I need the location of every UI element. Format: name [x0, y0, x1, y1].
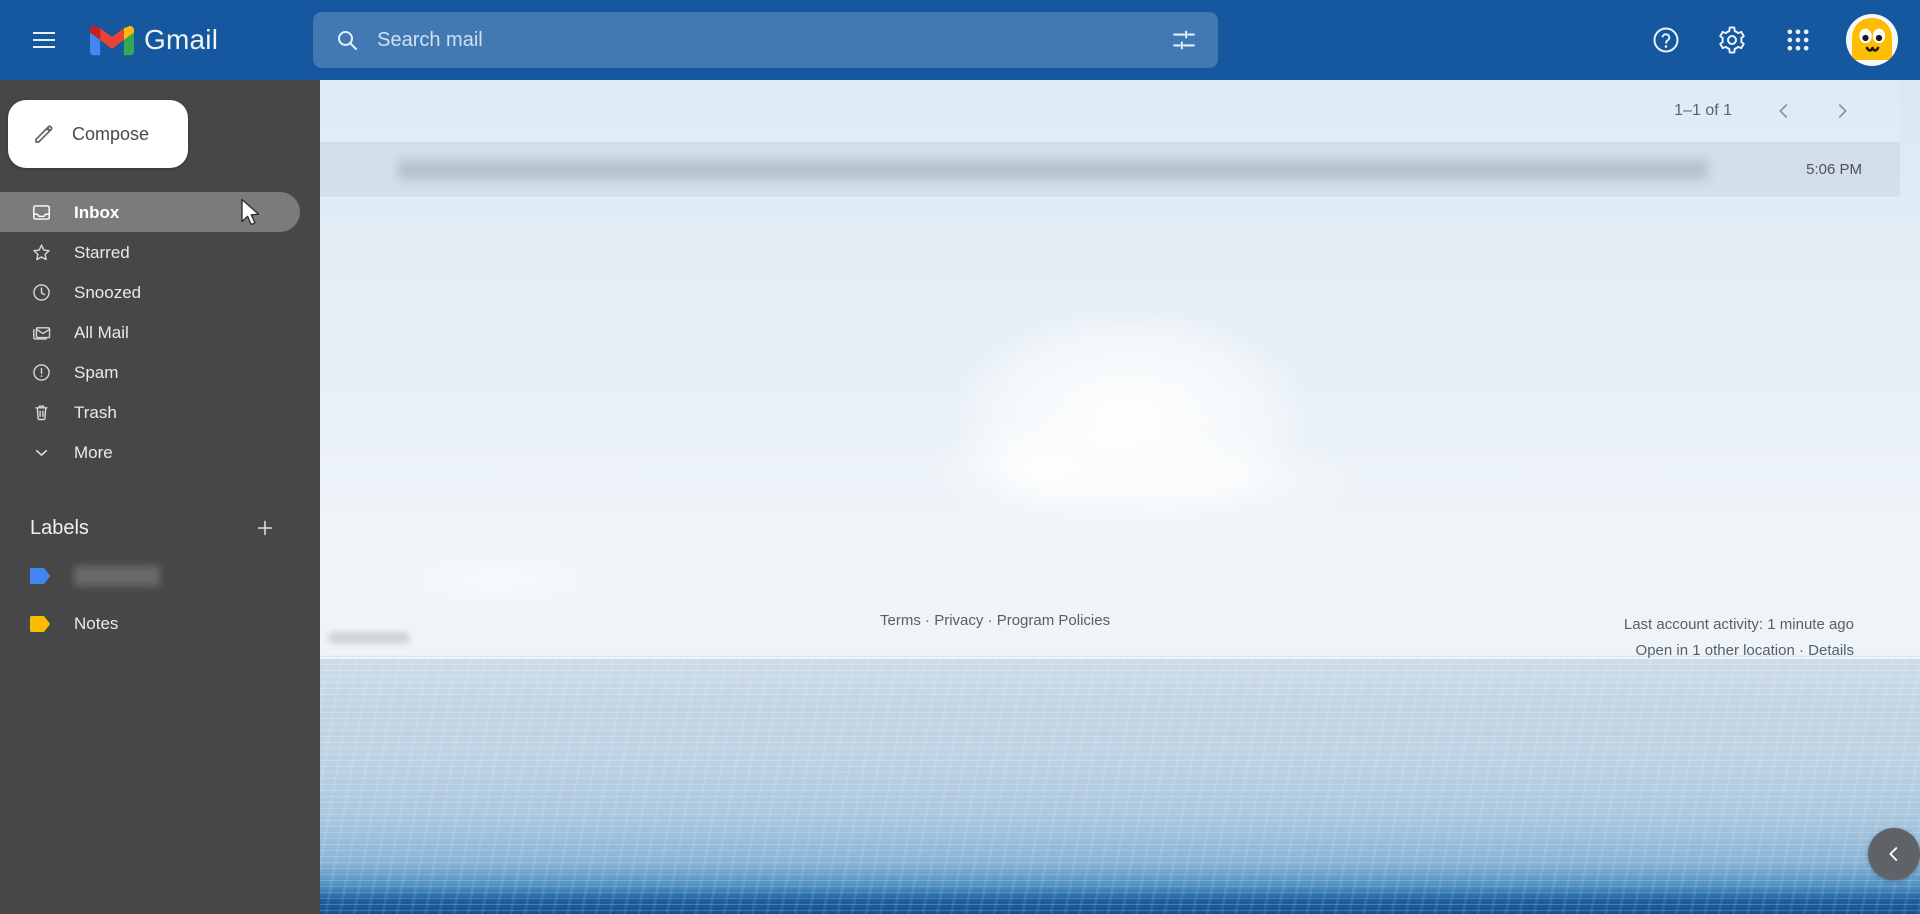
open-location-text: Open in 1 other location · Details: [1624, 638, 1854, 664]
sidebar-nav-list: Inbox Starred Snoozed All Mail Spam Tras…: [0, 192, 320, 472]
label-tag-icon: [30, 568, 52, 584]
previous-page-button[interactable]: [1764, 91, 1804, 131]
sidebar-item-snoozed[interactable]: Snoozed: [0, 272, 300, 312]
trash-icon: [30, 401, 52, 423]
pencil-icon: [35, 125, 53, 143]
open-location-prefix: Open in 1 other location ·: [1635, 642, 1809, 659]
apps-grid-icon[interactable]: [1776, 18, 1820, 62]
mouse-cursor: [241, 198, 260, 226]
chevron-left-icon: [1889, 847, 1898, 861]
mail-toolbar: 1–1 of 1: [320, 80, 1900, 142]
sidebar-item-label: Snoozed: [74, 282, 142, 302]
sidebar-item-spam[interactable]: Spam: [0, 352, 300, 392]
clock-icon: [30, 281, 52, 303]
inbox-icon: [30, 201, 52, 223]
footer-links: Terms · Privacy · Program Policies: [880, 612, 1110, 629]
avatar-blob-icon: [1852, 18, 1892, 60]
star-icon: [30, 241, 52, 263]
sidebar-item-label: All Mail: [74, 322, 129, 342]
top-header-bar: Gmail: [0, 0, 1920, 80]
gmail-app-window: Gmail Search mail Compose Inbox Starred …: [0, 0, 1920, 914]
footer-separator: ·: [920, 612, 935, 629]
sidebar-item-label: Spam: [74, 362, 119, 382]
labels-section-header: Labels: [0, 508, 320, 548]
compose-button[interactable]: Compose: [8, 100, 188, 168]
label-tag-icon: [30, 616, 52, 632]
next-page-button[interactable]: [1822, 91, 1862, 131]
sidebar: Compose Inbox Starred Snoozed All Mail S…: [0, 80, 320, 914]
search-input[interactable]: [369, 28, 1163, 52]
sidebar-item-label: Inbox: [74, 202, 120, 222]
sidebar-item-all-mail[interactable]: All Mail: [0, 312, 300, 352]
details-link[interactable]: Details: [1808, 642, 1854, 659]
last-activity-text: Last account activity: 1 minute ago: [1623, 616, 1854, 633]
plus-icon[interactable]: [250, 513, 280, 543]
main-content: 1–1 of 1 5:06 PM: [320, 80, 1900, 914]
program-policies-link[interactable]: Program Policies: [997, 612, 1110, 629]
compose-label: Compose: [72, 123, 150, 144]
account-activity: Last account activity: 1 minute ago Open…: [1624, 612, 1854, 664]
redacted-left-bar: [328, 632, 410, 644]
help-icon[interactable]: [1644, 18, 1688, 62]
search-bar[interactable]: [313, 12, 1219, 68]
gear-icon[interactable]: [1710, 18, 1754, 62]
header-actions: [1644, 14, 1898, 66]
sidebar-label-item[interactable]: [0, 556, 320, 596]
sidebar-item-starred[interactable]: Starred: [0, 232, 300, 272]
chevron-down-icon: [30, 441, 52, 463]
terms-link[interactable]: Terms: [880, 612, 921, 629]
hamburger-icon[interactable]: [20, 16, 68, 64]
avatar[interactable]: [1846, 14, 1898, 66]
pagination-label: 1–1 of 1: [1674, 102, 1732, 119]
footer-separator: ·: [983, 612, 997, 629]
brand-title: Gmail: [144, 24, 219, 55]
stacked-mail-icon: [30, 321, 52, 343]
search-icon[interactable]: [325, 18, 369, 62]
privacy-link[interactable]: Privacy: [934, 612, 983, 629]
sidebar-item-trash[interactable]: Trash: [0, 392, 300, 432]
sidebar-label-name: Notes: [74, 614, 119, 633]
labels-title: Labels: [30, 516, 89, 539]
table-row[interactable]: 5:06 PM: [320, 142, 1900, 198]
sidebar-label-name-redacted: [74, 566, 160, 586]
sidebar-item-label: More: [74, 442, 113, 462]
sidebar-item-label: Trash: [74, 402, 117, 422]
message-subject-redacted: [398, 159, 1708, 180]
sidebar-label-item-notes[interactable]: Notes: [0, 604, 320, 644]
hide-side-panel-button[interactable]: [1868, 828, 1920, 880]
message-time: 5:06 PM: [1806, 161, 1862, 178]
tune-filter-icon[interactable]: [1162, 18, 1206, 62]
gmail-logo-icon: [90, 26, 134, 56]
brand[interactable]: Gmail: [90, 23, 218, 57]
sidebar-item-more[interactable]: More: [0, 432, 300, 472]
exclamation-circle-icon: [30, 361, 52, 383]
sidebar-item-label: Starred: [74, 242, 130, 262]
